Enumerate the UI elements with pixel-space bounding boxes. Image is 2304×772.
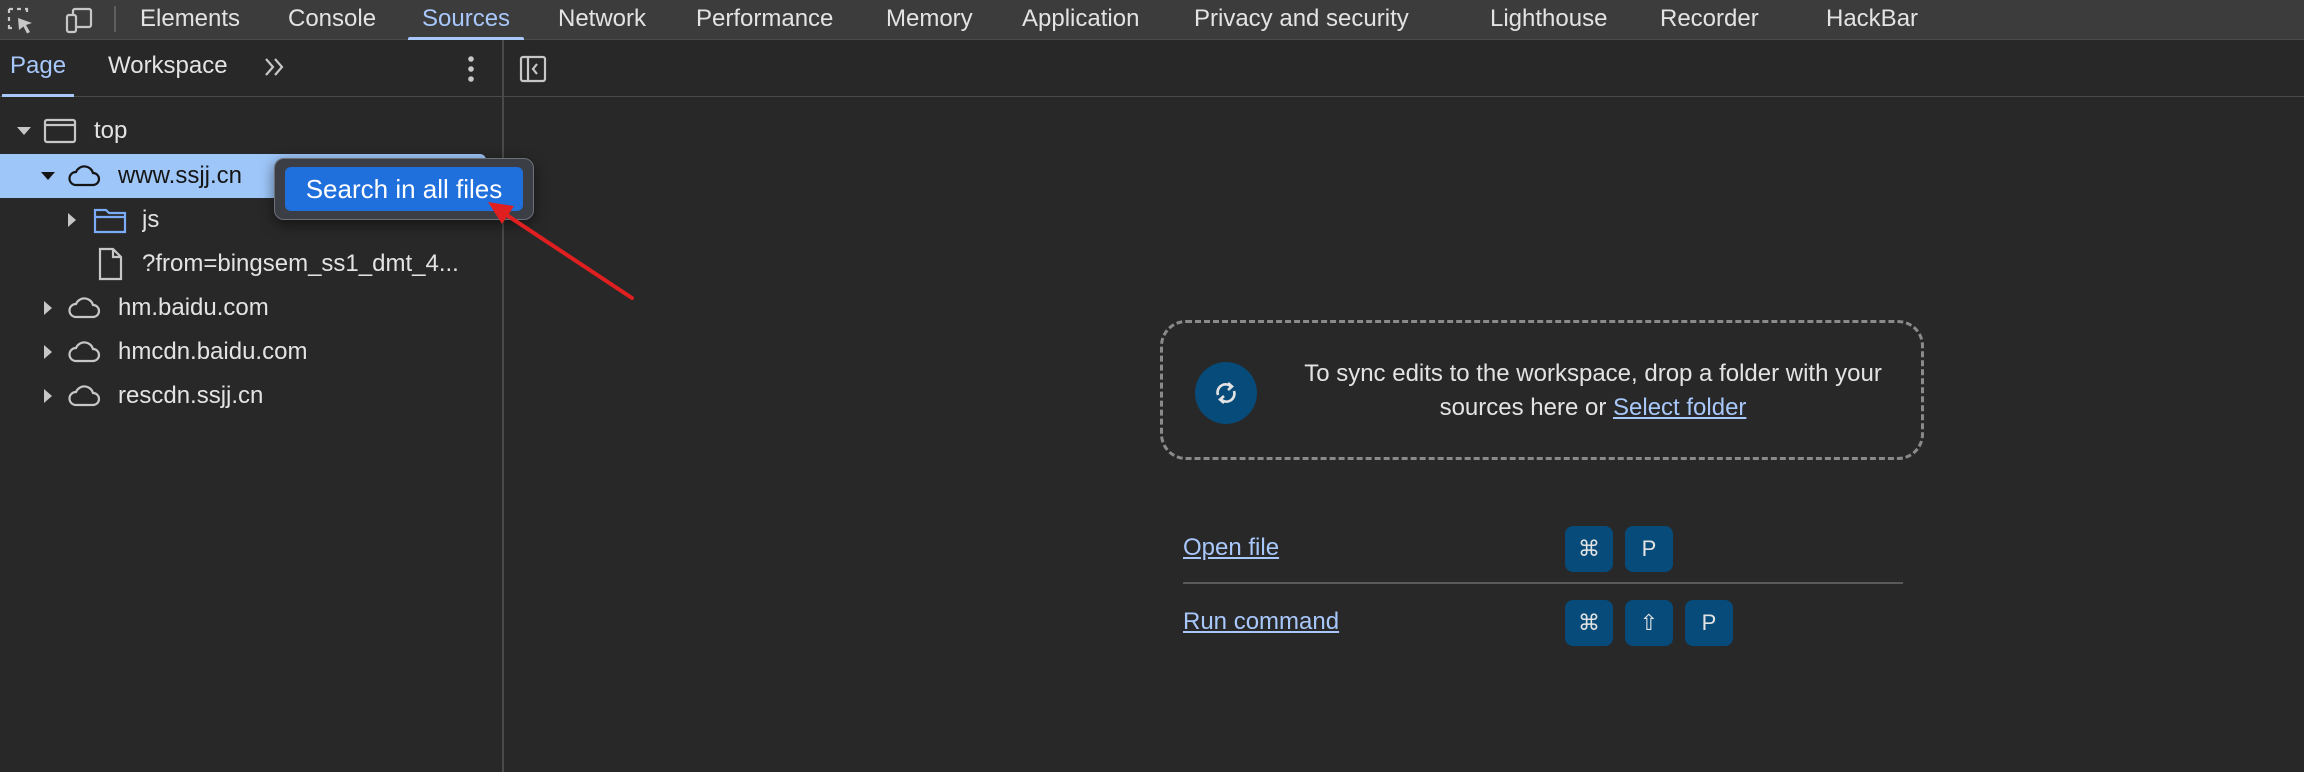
cloud-icon: [66, 334, 102, 370]
toggle-navigator-icon[interactable]: [518, 54, 548, 84]
tab-elements[interactable]: Elements: [140, 0, 240, 40]
cloud-icon: [66, 158, 102, 194]
frame-icon: [42, 113, 78, 149]
expand-arrow-icon[interactable]: [38, 154, 58, 198]
command-key-icon: ⌘: [1565, 600, 1613, 646]
sync-icon: [1195, 362, 1257, 424]
tab-sources[interactable]: Sources: [407, 0, 525, 40]
expand-arrow-icon[interactable]: [14, 109, 34, 153]
tree-item-label: hmcdn.baidu.com: [118, 338, 308, 365]
navigator-tab-workspace[interactable]: Workspace: [108, 40, 228, 97]
collapse-arrow-icon[interactable]: [62, 198, 82, 242]
collapse-arrow-icon[interactable]: [38, 286, 58, 330]
sync-instructions-text: To sync edits to the workspace, drop a f…: [1304, 360, 1882, 421]
tree-item-hmcdn-baidu-com[interactable]: hmcdn.baidu.com: [0, 330, 486, 374]
editor-toolbar: [504, 40, 2304, 97]
cloud-icon: [66, 290, 102, 326]
tree-item-label: www.ssjj.cn: [118, 162, 243, 189]
tab-console[interactable]: Console: [288, 0, 376, 40]
navigator-tab-bar: Page Workspace: [0, 40, 503, 97]
open-file-link[interactable]: Open file: [1183, 520, 1279, 576]
tree-item-rescdn-ssjj-cn[interactable]: rescdn.ssjj.cn: [0, 374, 486, 418]
tab-performance[interactable]: Performance: [696, 0, 833, 40]
sources-navigator: Page Workspace top www.ssjj.cn js ?from=…: [0, 40, 503, 772]
select-folder-link[interactable]: Select folder: [1613, 394, 1746, 421]
workspace-drop-zone[interactable]: To sync edits to the workspace, drop a f…: [1160, 320, 1924, 460]
shortcut-open-file: Open file ⌘ P: [1183, 520, 1903, 576]
tree-item-top[interactable]: top: [0, 109, 486, 153]
tree-item-label: rescdn.ssjj.cn: [118, 382, 264, 409]
tab-memory[interactable]: Memory: [886, 0, 973, 40]
run-command-link[interactable]: Run command: [1183, 594, 1339, 650]
tree-item-label: js: [142, 206, 160, 233]
device-toolbar-icon[interactable]: [64, 6, 94, 36]
tree-item-hm-baidu-com[interactable]: hm.baidu.com: [0, 286, 486, 330]
tab-network[interactable]: Network: [558, 0, 646, 40]
file-icon: [92, 246, 128, 282]
sidebar-resizer[interactable]: [502, 40, 504, 772]
toolbar-separator: [114, 6, 116, 32]
tab-application[interactable]: Application: [1022, 0, 1139, 40]
shortcut-divider: [1183, 582, 1903, 584]
more-options-icon[interactable]: [458, 54, 484, 84]
tree-item-label: ?from=bingsem_ss1_dmt_4...: [142, 250, 459, 277]
sync-instructions: To sync edits to the workspace, drop a f…: [1293, 357, 1893, 425]
shift-key-icon: ⇧: [1625, 600, 1673, 646]
devtools-tab-bar: Elements Console Sources Network Perform…: [0, 0, 2304, 40]
navigator-tab-page[interactable]: Page: [1, 40, 75, 97]
tree-item-label: hm.baidu.com: [118, 294, 269, 321]
more-tabs-icon[interactable]: [260, 52, 290, 82]
command-key-icon: ⌘: [1565, 526, 1613, 572]
collapse-arrow-icon[interactable]: [38, 374, 58, 418]
cloud-icon: [66, 378, 102, 414]
annotation-arrow-icon: [488, 202, 634, 300]
folder-icon: [92, 202, 128, 238]
tab-privacy-and-security[interactable]: Privacy and security: [1194, 0, 1409, 40]
collapse-arrow-icon[interactable]: [38, 330, 58, 374]
inspect-element-icon[interactable]: [6, 6, 36, 36]
tree-item-label: top: [94, 117, 128, 144]
tab-hackbar[interactable]: HackBar: [1826, 0, 1918, 40]
tab-recorder[interactable]: Recorder: [1660, 0, 1759, 40]
key-cap: P: [1625, 526, 1673, 572]
shortcut-run-command: Run command ⌘ ⇧ P: [1183, 594, 1903, 650]
tab-lighthouse[interactable]: Lighthouse: [1490, 0, 1607, 40]
key-cap: P: [1685, 600, 1733, 646]
tree-item-document[interactable]: ?from=bingsem_ss1_dmt_4...: [0, 242, 486, 286]
